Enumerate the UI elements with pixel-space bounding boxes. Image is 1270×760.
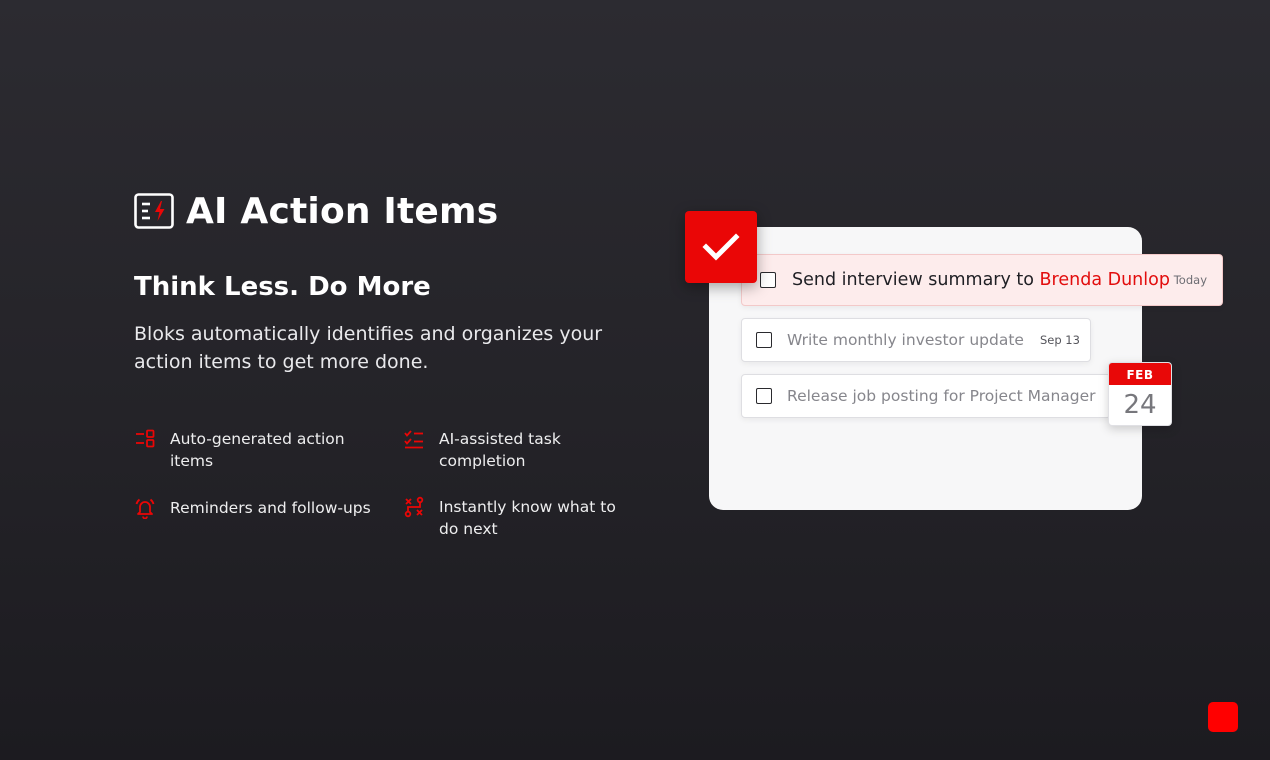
task-due-date: Today [1173, 273, 1207, 287]
calendar-month: FEB [1109, 363, 1171, 385]
task-item: Release job posting for Project Manager [741, 374, 1111, 418]
calendar-day: 24 [1123, 390, 1157, 420]
feature-label: Auto-generated action items [170, 430, 345, 470]
checklist-icon [404, 430, 423, 449]
feature-reminders: Reminders and follow-ups [134, 497, 384, 519]
feature-ai-assisted: AI-assisted task completion [403, 428, 613, 472]
checkmark-icon [702, 233, 740, 261]
task-text: Send interview summary to [792, 270, 1040, 290]
page-title: AI Action Items [186, 190, 499, 232]
feature-label: AI-assisted task completion [439, 430, 561, 470]
subtitle: Think Less. Do More [134, 272, 431, 302]
description: Bloks automatically identifies and organ… [134, 323, 603, 373]
feature-know-next: Instantly know what to do next [403, 496, 628, 540]
task-item: Send interview summary to Brenda Dunlop … [741, 254, 1223, 306]
feature-auto-generated: Auto-generated action items [134, 428, 354, 472]
list-lightning-icon [134, 193, 174, 229]
task-checkbox[interactable] [756, 388, 772, 404]
feature-label: Instantly know what to do next [439, 498, 616, 538]
task-due-date: Sep 13 [1039, 333, 1080, 347]
hero-title: AI Action Items [134, 186, 498, 236]
task-label: Send interview summary to Brenda Dunlop [792, 270, 1170, 290]
task-item: Write monthly investor update Sep 13 [741, 318, 1091, 362]
task-label: Release job posting for Project Manager [787, 387, 1096, 405]
check-badge [685, 211, 757, 283]
task-checkbox[interactable] [756, 332, 772, 348]
auto-list-icon [136, 429, 155, 448]
alarm-bell-icon [135, 498, 155, 519]
feature-label: Reminders and follow-ups [170, 499, 371, 517]
task-label: Write monthly investor update [787, 331, 1024, 349]
task-checkbox[interactable] [760, 272, 776, 288]
chat-widget-button[interactable] [1208, 702, 1238, 732]
task-assignee: Brenda Dunlop [1039, 270, 1170, 290]
route-icon [404, 496, 424, 518]
calendar-badge: FEB 24 [1108, 362, 1172, 426]
